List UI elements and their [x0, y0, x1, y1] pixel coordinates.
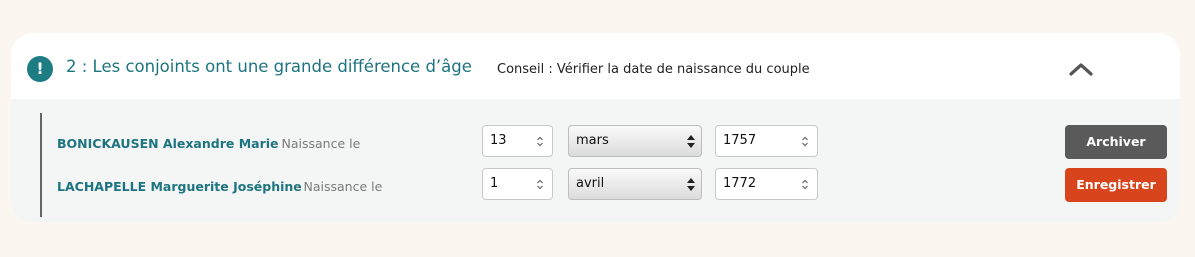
month-select[interactable]: avril — [568, 168, 702, 200]
month-value: mars — [576, 133, 609, 148]
spinner-icon[interactable] — [801, 136, 809, 147]
year-input[interactable]: 1772 — [715, 168, 818, 200]
anomaly-body: BONICKAUSEN Alexandre Marie - Naissance … — [11, 99, 1180, 223]
year-input[interactable]: 1757 — [715, 125, 818, 157]
spinner-icon[interactable] — [536, 179, 544, 190]
naissance-label: - Naissance le — [295, 179, 383, 194]
month-select[interactable]: mars — [568, 125, 702, 157]
year-value: 1757 — [723, 133, 757, 148]
person-name[interactable]: LACHAPELLE Marguerite Joséphine — [57, 179, 302, 194]
person-row: LACHAPELLE Marguerite Joséphine - Naissa… — [11, 168, 1180, 204]
anomaly-card: ! 2 : Les conjoints ont une grande diffé… — [11, 33, 1180, 223]
archive-button[interactable]: Archiver — [1065, 125, 1167, 159]
anomaly-header: ! 2 : Les conjoints ont une grande diffé… — [11, 33, 1180, 99]
select-arrows-icon — [687, 135, 695, 148]
day-value: 1 — [490, 176, 499, 191]
naissance-label: - Naissance le — [273, 136, 361, 151]
advice-text: Conseil : Vérifier la date de naissance … — [497, 62, 810, 77]
month-value: avril — [576, 176, 605, 191]
year-value: 1772 — [723, 176, 757, 191]
collapse-button[interactable] — [1068, 59, 1094, 79]
alert-icon: ! — [27, 56, 53, 82]
anomaly-title: 2 : Les conjoints ont une grande différe… — [66, 57, 472, 76]
select-arrows-icon — [687, 178, 695, 191]
person-name[interactable]: BONICKAUSEN Alexandre Marie — [57, 136, 279, 151]
day-input[interactable]: 13 — [482, 125, 553, 157]
save-button[interactable]: Enregistrer — [1065, 168, 1167, 202]
chevron-up-icon — [1069, 63, 1093, 76]
day-input[interactable]: 1 — [482, 168, 553, 200]
spinner-icon[interactable] — [536, 136, 544, 147]
spinner-icon[interactable] — [801, 179, 809, 190]
day-value: 13 — [490, 133, 507, 148]
person-row: BONICKAUSEN Alexandre Marie - Naissance … — [11, 125, 1180, 161]
